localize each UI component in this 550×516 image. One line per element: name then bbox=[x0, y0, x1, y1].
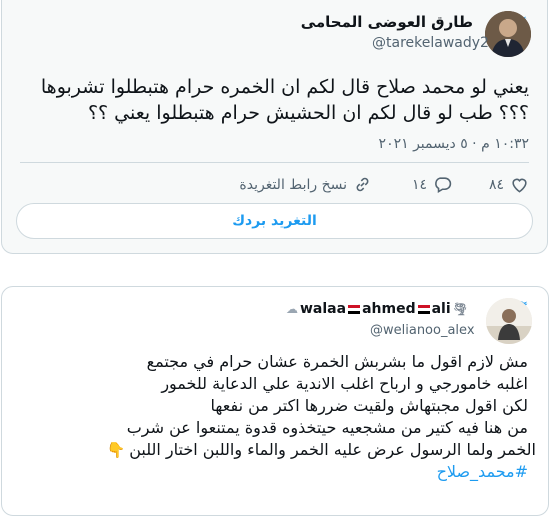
tweet-text-line-5-row: الخمر ولما الرسول عرض عليه الخمر والماء … bbox=[107, 439, 537, 461]
tweet-text-line-2: ؟؟؟ طب لو قال لكم ان الحشيش حرام هتبطلوا… bbox=[87, 102, 529, 124]
author-name[interactable]: طارق العوضى المحامى bbox=[301, 13, 473, 31]
reply-count: ١٤ bbox=[411, 176, 427, 193]
reply-icon bbox=[435, 177, 452, 194]
tweet-text-line-3: لكن اقول مجبتهاش ولقيت ضررها اكتر من نفع… bbox=[210, 396, 528, 415]
tweet-text-line-5: الخمر ولما الرسول عرض عليه الخمر والماء … bbox=[129, 440, 536, 459]
author-name[interactable]: ☁ walaa ahmed ali 🌪 bbox=[286, 301, 468, 317]
copy-link-label: نسخ رابط التغريدة bbox=[239, 176, 347, 193]
cloud-icon: ☁ bbox=[286, 302, 298, 316]
tweet-card[interactable]: طارق العوضى المحامى @tarekelawady2 يعني … bbox=[1, 0, 548, 254]
heart-icon bbox=[512, 178, 527, 193]
tweet-text-line-1: مش لازم اقول ما بشربش الخمرة عشان حرام ف… bbox=[146, 352, 528, 371]
divider bbox=[20, 162, 529, 163]
tweet-text-line-1: يعني لو محمد صلاح قال لكم ان الخمره حرام… bbox=[40, 76, 529, 98]
author-handle[interactable]: @tarekelawady2 bbox=[372, 35, 489, 51]
tornado-icon: 🌪 bbox=[452, 302, 468, 316]
hashtag-link[interactable]: #محمد_صلاح bbox=[437, 461, 528, 483]
avatar[interactable] bbox=[485, 11, 531, 57]
author-name-middle: ahmed bbox=[362, 301, 416, 317]
tweet-card[interactable]: ☁ walaa ahmed ali 🌪 @welianoo_alex مش لا… bbox=[1, 286, 549, 516]
like-button[interactable]: ٨٤ bbox=[489, 175, 529, 194]
avatar[interactable] bbox=[486, 298, 532, 344]
tweet-text-line-4: من هنا فيه كتير من مشجعيه حيتخذوه قدوة ي… bbox=[126, 418, 528, 437]
link-icon bbox=[356, 177, 369, 192]
author-name-first: walaa bbox=[300, 301, 347, 317]
tweet-timestamp[interactable]: ١٠:٣٢ م · ٥ ديسمبر ٢٠٢١ bbox=[379, 136, 529, 152]
pointing-down-hand-icon: 👇 bbox=[106, 441, 126, 459]
author-handle[interactable]: @welianoo_alex bbox=[370, 323, 475, 338]
egypt-flag-icon bbox=[417, 304, 430, 314]
tweet-text-line-2: اغلبه خامورجي و ارباح اغلب الاندية علي ا… bbox=[161, 374, 528, 393]
author-name-last: ali bbox=[431, 301, 451, 317]
copy-link-button[interactable]: نسخ رابط التغريدة bbox=[239, 175, 372, 194]
egypt-flag-icon bbox=[348, 304, 361, 314]
reply-in-thread-button[interactable]: التغريد بردك bbox=[16, 203, 533, 239]
like-count: ٨٤ bbox=[488, 176, 504, 193]
reply-button[interactable]: ١٤ bbox=[412, 175, 452, 194]
